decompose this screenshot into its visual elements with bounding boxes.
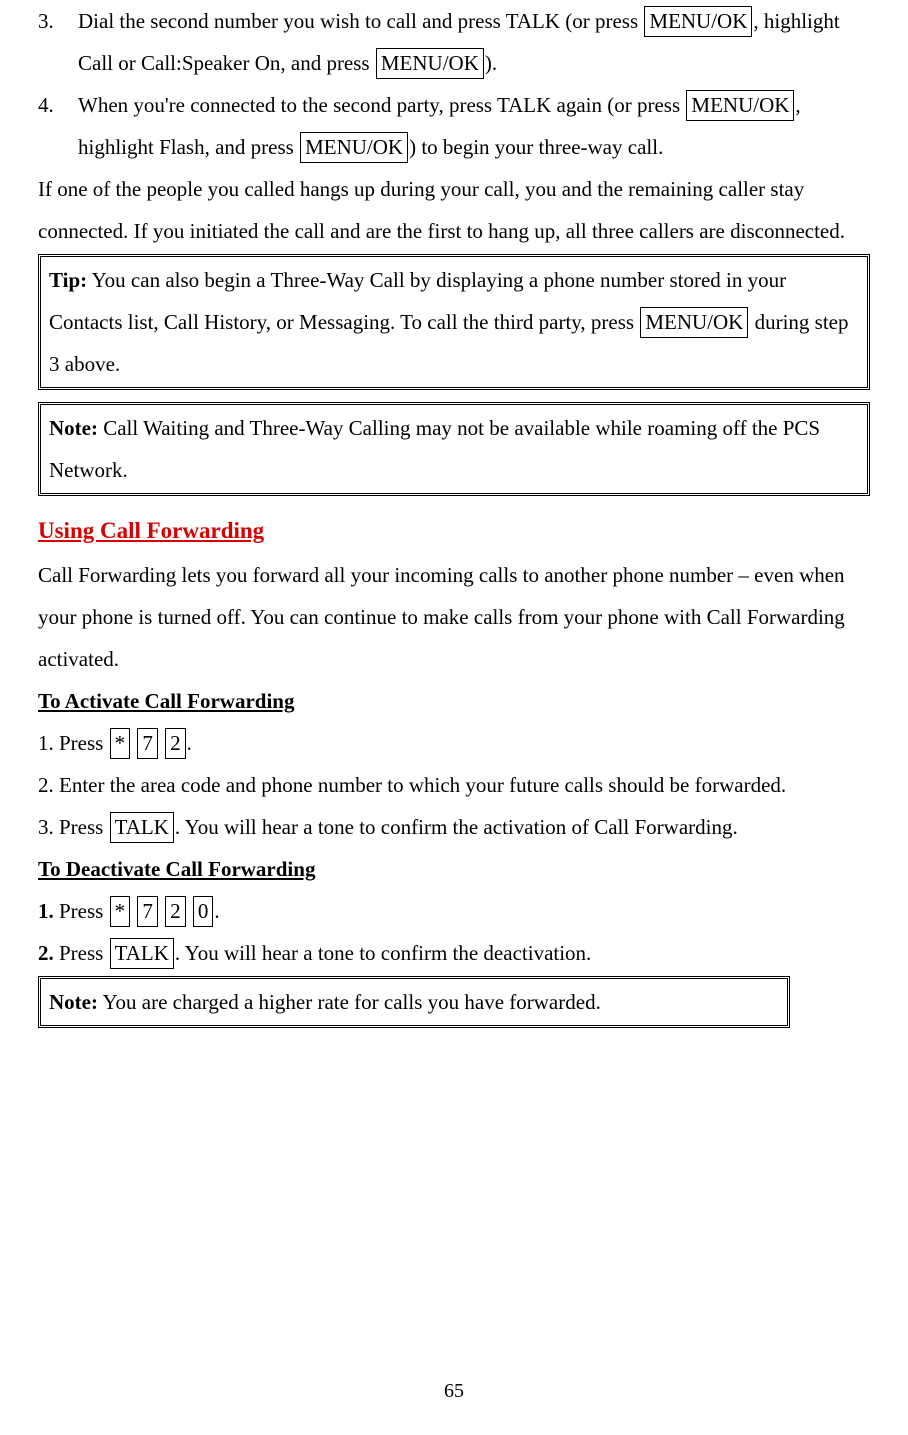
- step-3-number: 3.: [38, 0, 78, 84]
- step-4: 4. When you're connected to the second p…: [38, 84, 870, 168]
- call-forwarding-heading: Using Call Forwarding: [38, 508, 870, 554]
- activate-subhead: To Activate Call Forwarding: [38, 680, 870, 722]
- activate-step-3: 3. Press TALK. You will hear a tone to c…: [38, 806, 870, 848]
- note-text: You are charged a higher rate for calls …: [98, 990, 601, 1014]
- two-key: 2: [165, 896, 186, 927]
- step-3-text-a: Dial the second number you wish to call …: [78, 9, 643, 33]
- menu-ok-key: MENU/OK: [686, 90, 794, 121]
- deactivate-step-2-a: Press: [54, 941, 109, 965]
- activate-step-1: 1. Press * 7 2 .: [38, 722, 870, 764]
- step-4-text-a: When you're connected to the second part…: [78, 93, 685, 117]
- talk-key: TALK: [110, 812, 174, 843]
- menu-ok-key: MENU/OK: [300, 132, 408, 163]
- note-label: Note:: [49, 416, 98, 440]
- note-label: Note:: [49, 990, 98, 1014]
- two-key: 2: [165, 728, 186, 759]
- step-4-body: When you're connected to the second part…: [78, 84, 870, 168]
- activate-step-1-b: .: [187, 731, 192, 755]
- activate-step-2: 2. Enter the area code and phone number …: [38, 764, 870, 806]
- step-3-body: Dial the second number you wish to call …: [78, 0, 870, 84]
- menu-ok-key: MENU/OK: [376, 48, 484, 79]
- tip-box: Tip: You can also begin a Three-Way Call…: [38, 254, 870, 390]
- activate-step-1-a: 1. Press: [38, 731, 109, 755]
- menu-ok-key: MENU/OK: [640, 307, 748, 338]
- seven-key: 7: [137, 728, 158, 759]
- step-4-number: 4.: [38, 84, 78, 168]
- deactivate-step-2-num: 2.: [38, 941, 54, 965]
- star-key: *: [110, 896, 131, 927]
- trailing-paragraph: If one of the people you called hangs up…: [38, 168, 870, 252]
- seven-key: 7: [137, 896, 158, 927]
- zero-key: 0: [193, 896, 214, 927]
- talk-key: TALK: [110, 938, 174, 969]
- step-3-text-c: ).: [485, 51, 497, 75]
- deactivate-step-2-b: . You will hear a tone to confirm the de…: [175, 941, 591, 965]
- page-number: 65: [0, 1371, 908, 1411]
- page: 3. Dial the second number you wish to ca…: [0, 0, 908, 1435]
- deactivate-step-1: 1. Press * 7 2 0 .: [38, 890, 870, 932]
- note-text: Call Waiting and Three-Way Calling may n…: [49, 416, 820, 482]
- deactivate-step-1-b: .: [214, 899, 219, 923]
- activate-step-3-a: 3. Press: [38, 815, 109, 839]
- activate-step-3-b: . You will hear a tone to confirm the ac…: [175, 815, 738, 839]
- note-box: Note: You are charged a higher rate for …: [38, 976, 790, 1028]
- menu-ok-key: MENU/OK: [644, 6, 752, 37]
- step-3: 3. Dial the second number you wish to ca…: [38, 0, 870, 84]
- step-4-text-c: ) to begin your three-way call.: [409, 135, 663, 159]
- call-forwarding-intro: Call Forwarding lets you forward all you…: [38, 554, 870, 680]
- deactivate-subhead: To Deactivate Call Forwarding: [38, 848, 870, 890]
- deactivate-step-2: 2. Press TALK. You will hear a tone to c…: [38, 932, 870, 974]
- deactivate-step-1-a: Press: [54, 899, 109, 923]
- note-box: Note: Call Waiting and Three-Way Calling…: [38, 402, 870, 496]
- deactivate-step-1-num: 1.: [38, 899, 54, 923]
- tip-label: Tip:: [49, 268, 87, 292]
- star-key: *: [110, 728, 131, 759]
